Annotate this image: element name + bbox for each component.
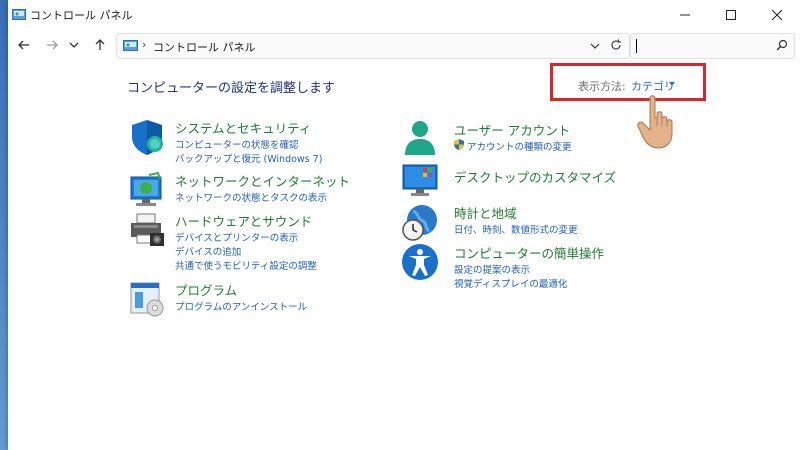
user-accounts-icon	[405, 121, 435, 155]
window-title: コントロール パネル	[30, 9, 133, 22]
category-title[interactable]: システムとセキュリティ	[175, 118, 311, 137]
title-bar: コントロール パネル	[8, 0, 800, 30]
minimize-icon	[680, 14, 690, 16]
category-link[interactable]: デバイスとプリンターの表示	[175, 230, 298, 244]
shield-icon	[132, 120, 163, 155]
control-panel-icon	[123, 40, 138, 51]
chevron-down-icon	[69, 42, 79, 48]
chevron-down-icon	[590, 43, 600, 49]
close-button[interactable]	[754, 0, 800, 30]
category-title[interactable]: コンピューターの簡単操作	[454, 243, 604, 262]
close-icon	[772, 10, 782, 20]
arrow-left-icon	[18, 40, 29, 50]
category-link[interactable]: デバイスの追加	[175, 244, 241, 258]
printer-icon	[131, 213, 164, 246]
category-link[interactable]: バックアップと復元 (Windows 7)	[175, 151, 322, 165]
category-title[interactable]: ユーザー アカウント	[454, 120, 570, 139]
recent-locations-button[interactable]	[64, 30, 84, 60]
arrow-up-icon	[95, 39, 105, 50]
maximize-icon	[726, 10, 736, 20]
search-icon[interactable]	[776, 39, 788, 51]
main-content: コンピューターの設定を調整します 表示方法: カテゴリ システムとセキュリティ …	[8, 60, 800, 450]
desktop-icon	[402, 164, 438, 196]
control-panel-icon	[12, 9, 26, 20]
minimize-button[interactable]	[662, 0, 708, 30]
category-link[interactable]: 日付、時刻、数値形式の変更	[454, 222, 578, 236]
category-title[interactable]: ネットワークとインターネット	[175, 171, 350, 190]
navigation-bar: › コントロール パネル ›	[8, 30, 800, 60]
control-panel-window: コントロール パネル › コントロール パネル › コンピューターの設定を調整し…	[8, 0, 800, 450]
refresh-icon	[611, 39, 621, 50]
accessibility-icon	[402, 244, 438, 280]
category-link[interactable]: アカウントの種類の変更	[467, 139, 572, 153]
category-title[interactable]: 時計と地域	[454, 203, 517, 222]
search-input[interactable]	[630, 33, 795, 59]
text-caret	[636, 39, 637, 53]
uac-shield-icon	[454, 139, 464, 150]
arrow-right-icon	[47, 40, 58, 50]
breadcrumb-separator[interactable]: ›	[224, 38, 228, 51]
category-link[interactable]: 共通で使うモビリティ設定の調整	[175, 258, 317, 272]
category-link[interactable]: 設定の提案の表示	[454, 262, 530, 276]
category-link[interactable]: コンピューターの状態を確認	[175, 137, 299, 151]
category-title[interactable]: デスクトップのカスタマイズ	[454, 167, 616, 186]
network-globe-icon	[130, 171, 162, 206]
up-button[interactable]	[88, 30, 112, 60]
breadcrumb-separator[interactable]: ›	[142, 38, 146, 51]
address-bar[interactable]: › コントロール パネル ›	[116, 33, 630, 59]
category-title[interactable]: プログラム	[175, 280, 237, 299]
category-link[interactable]: プログラムのアンインストール	[175, 299, 307, 313]
refresh-button[interactable]	[604, 33, 628, 57]
category-link[interactable]: 視覚ディスプレイの最適化	[454, 276, 567, 290]
highlight-box	[550, 63, 706, 101]
page-title: コンピューターの設定を調整します	[127, 81, 336, 96]
category-title[interactable]: ハードウェアとサウンド	[175, 211, 312, 230]
maximize-button[interactable]	[708, 0, 754, 30]
pointing-hand-icon	[637, 95, 673, 149]
address-dropdown-button[interactable]	[585, 34, 605, 58]
clock-globe-icon	[402, 205, 437, 241]
category-link[interactable]: ネットワークの状態とタスクの表示	[175, 190, 327, 204]
back-button[interactable]	[12, 30, 36, 60]
programs-icon	[130, 282, 164, 317]
forward-button[interactable]	[40, 30, 64, 60]
breadcrumb-control-panel[interactable]: コントロール パネル	[153, 39, 256, 55]
